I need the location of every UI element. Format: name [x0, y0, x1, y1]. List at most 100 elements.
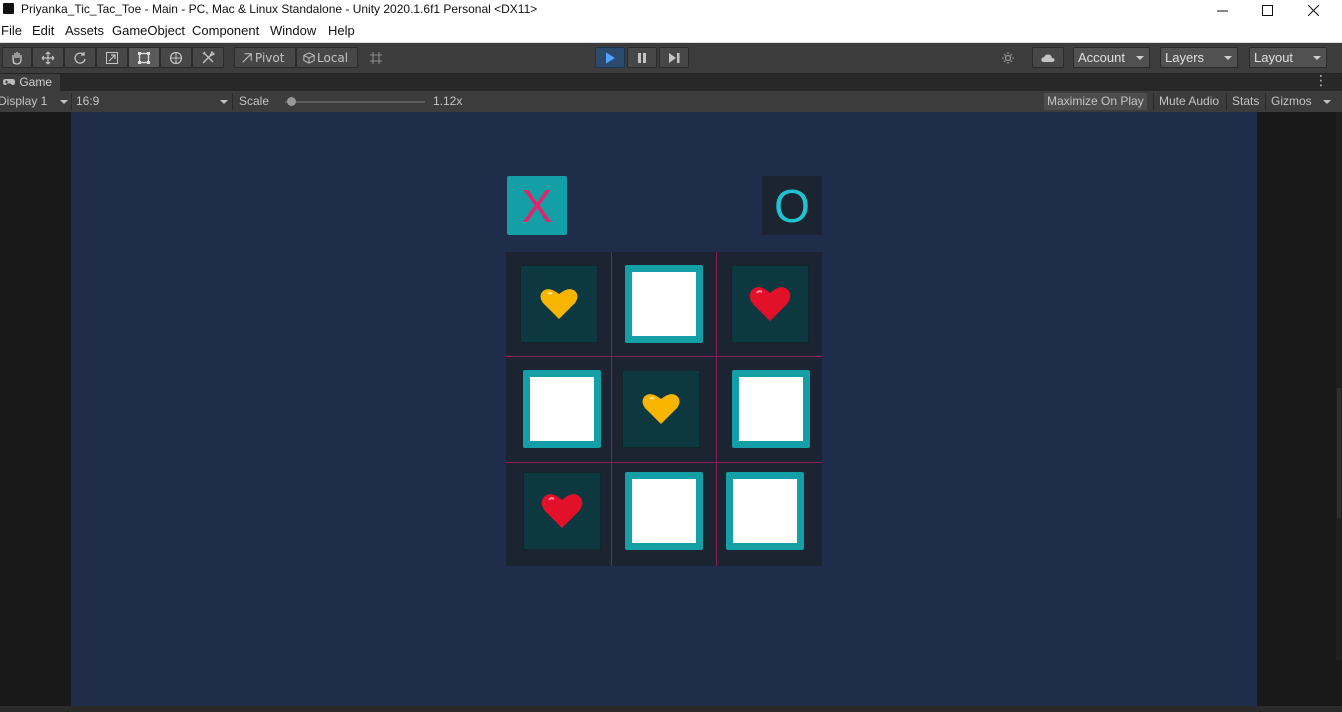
cube-icon — [303, 51, 315, 64]
layers-label: Layers — [1165, 50, 1205, 65]
grid-line — [611, 252, 612, 566]
menu-help[interactable]: Help — [328, 23, 355, 38]
gizmos-toggle[interactable]: Gizmos — [1271, 91, 1312, 112]
close-icon[interactable] — [1290, 0, 1336, 20]
grid-snap-button[interactable] — [362, 47, 390, 68]
chevron-down-icon — [1313, 56, 1321, 60]
menu-assets[interactable]: Assets — [65, 23, 104, 38]
layout-label: Layout — [1254, 50, 1294, 65]
board-cell-0-0[interactable] — [520, 265, 598, 343]
rect-tool-button[interactable] — [128, 47, 160, 68]
pivot-toggle-button[interactable]: Pivot — [234, 47, 296, 68]
step-icon — [669, 52, 680, 63]
scale-tool-button[interactable] — [96, 47, 128, 68]
custom-tool-icon — [202, 50, 215, 63]
menu-gameobject[interactable]: GameObject — [112, 23, 185, 38]
board-cell-0-2[interactable] — [731, 265, 809, 343]
mute-audio-toggle[interactable]: Mute Audio — [1159, 91, 1219, 112]
o-label: O — [774, 179, 810, 232]
tab-game[interactable]: Game — [0, 74, 61, 91]
cloud-button[interactable] — [1032, 47, 1064, 68]
player-o-indicator: O — [762, 176, 822, 235]
board-cell-1-2[interactable] — [732, 370, 810, 448]
chevron-down-icon — [1136, 56, 1144, 60]
window-title: Priyanka_Tic_Tac_Toe - Main - PC, Mac & … — [21, 2, 538, 16]
custom-tool-button[interactable] — [192, 47, 224, 68]
game-tab-label: Game — [19, 75, 53, 89]
chevron-down-icon — [60, 100, 68, 104]
yellow-heart-icon — [642, 394, 680, 424]
layout-dropdown[interactable]: Layout — [1249, 47, 1327, 68]
display-dropdown[interactable]: Display 1 — [0, 91, 68, 112]
rotate-tool-button[interactable] — [64, 47, 96, 68]
hand-tool-button[interactable] — [2, 47, 32, 68]
collab-icon — [1002, 51, 1014, 64]
gamepad-icon — [3, 79, 15, 85]
maximize-icon[interactable] — [1244, 0, 1290, 20]
hand-icon — [12, 51, 22, 65]
pivot-icon — [242, 52, 252, 63]
transform-tool-button[interactable] — [160, 47, 192, 68]
main-toolbar: Pivot Local Account Layers Layout — [0, 43, 1342, 74]
account-label: Account — [1078, 50, 1125, 65]
aspect-dropdown[interactable]: 16:9 — [76, 91, 228, 112]
yellow-heart-icon — [540, 289, 578, 319]
move-icon — [41, 51, 55, 64]
game-view-toolbar: Display 1 16:9 Scale 1.12x Maximize On P… — [0, 91, 1342, 113]
pivot-label: Pivot — [255, 50, 285, 65]
red-heart-icon — [541, 494, 583, 528]
red-heart-icon — [749, 287, 791, 321]
move-tool-button[interactable] — [32, 47, 64, 68]
maximize-on-play-toggle[interactable]: Maximize On Play — [1044, 93, 1147, 110]
local-toggle-button[interactable]: Local — [296, 47, 358, 68]
play-icon — [606, 52, 615, 63]
step-button[interactable] — [659, 47, 689, 68]
board-cell-1-1[interactable] — [622, 370, 700, 448]
board-cell-1-0[interactable] — [523, 370, 601, 448]
chevron-down-icon — [220, 100, 228, 104]
aspect-label: 16:9 — [76, 94, 100, 108]
scrollbar[interactable] — [1336, 112, 1342, 660]
stats-toggle[interactable]: Stats — [1232, 91, 1259, 112]
minimize-icon[interactable] — [1199, 0, 1245, 20]
grid-snap-icon — [370, 51, 382, 64]
board-cell-2-0[interactable] — [523, 472, 601, 550]
x-label: X — [521, 179, 553, 232]
scrollbar-thumb[interactable] — [1337, 388, 1341, 518]
unity-logo-icon — [3, 3, 14, 14]
more-options-icon[interactable]: ⋮ — [1314, 74, 1328, 89]
menu-window[interactable]: Window — [270, 23, 316, 38]
scale-slider-track[interactable] — [285, 101, 425, 103]
status-bar — [0, 706, 1342, 712]
rect-icon — [138, 51, 150, 64]
scale-slider-thumb[interactable] — [287, 97, 296, 106]
rotate-icon — [74, 51, 86, 64]
board-cell-2-1[interactable] — [625, 472, 703, 550]
transform-icon — [169, 51, 183, 64]
account-dropdown[interactable]: Account — [1073, 47, 1150, 68]
menu-component[interactable]: Component — [192, 23, 259, 38]
collab-button[interactable] — [993, 47, 1023, 68]
scale-icon — [106, 51, 118, 64]
play-button[interactable] — [595, 47, 625, 68]
chevron-down-icon[interactable] — [1323, 100, 1331, 104]
scale-label: Scale — [239, 94, 270, 108]
chevron-down-icon — [1224, 56, 1232, 60]
pause-button[interactable] — [627, 47, 657, 68]
layers-dropdown[interactable]: Layers — [1160, 47, 1238, 68]
menu-file[interactable]: File — [1, 23, 22, 38]
cloud-icon — [1041, 53, 1055, 62]
menu-edit[interactable]: Edit — [32, 23, 54, 38]
game-tab-row: Game ⋮ — [0, 74, 1342, 91]
grid-line — [716, 252, 717, 566]
grid-line — [506, 356, 822, 357]
local-label: Local — [317, 50, 349, 65]
board-cell-0-1[interactable] — [625, 265, 703, 343]
menu-bar: File Edit Assets GameObject Component Wi… — [0, 20, 1342, 43]
pause-icon — [638, 52, 646, 63]
grid-line — [506, 462, 822, 463]
scale-value: 1.12x — [433, 94, 463, 108]
display-label: Display 1 — [0, 94, 48, 108]
window-title-bar: Priyanka_Tic_Tac_Toe - Main - PC, Mac & … — [0, 0, 1342, 20]
board-cell-2-2[interactable] — [726, 472, 804, 550]
